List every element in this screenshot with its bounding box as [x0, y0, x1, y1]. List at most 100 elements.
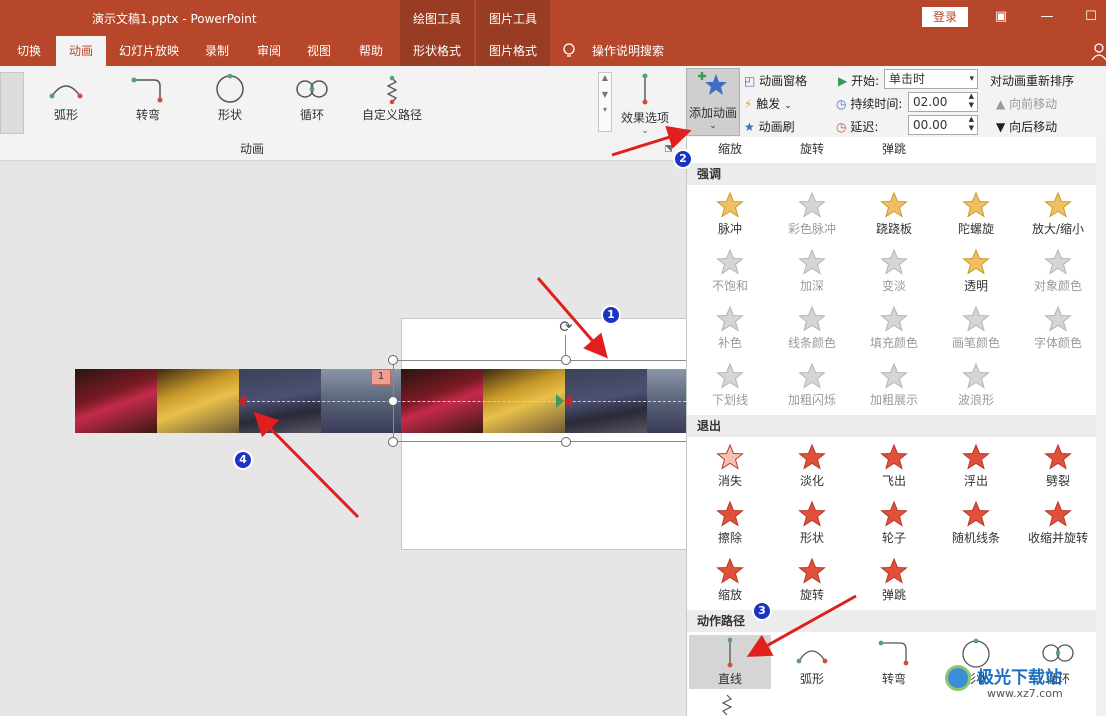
tell-me-search[interactable]: 操作说明搜索	[588, 36, 668, 66]
login-button[interactable]: 登录	[922, 7, 968, 27]
path-end-marker-icon[interactable]	[238, 394, 246, 408]
move-later-button[interactable]: ▼ 向后移动	[996, 118, 1057, 135]
tab-animations[interactable]: 动画	[56, 36, 106, 66]
duration-stepper[interactable]: 02.00 ▲ ▼	[908, 92, 978, 112]
motion-path-option[interactable]: 转弯	[853, 635, 935, 689]
watermark: 极光下载站 www.xz7.com	[945, 663, 1103, 716]
effect-label: 随机线条	[951, 531, 1000, 545]
exit-effect[interactable]: 弹跳	[853, 555, 935, 609]
emphasis-effect[interactable]: 加深	[771, 246, 853, 300]
exit-effect[interactable]: 轮子	[853, 498, 935, 552]
tab-transitions[interactable]: 切换	[8, 36, 50, 66]
exit-effect[interactable]: 形状	[771, 498, 853, 552]
emphasis-effect[interactable]: 不饱和	[689, 246, 771, 300]
exit-effect[interactable]: 劈裂	[1017, 441, 1099, 495]
emphasis-effect[interactable]: 脉冲	[689, 189, 771, 243]
resize-handle[interactable]	[561, 355, 571, 365]
emphasis-effect[interactable]: 填充颜色	[853, 303, 935, 357]
exit-star-icon	[853, 500, 935, 528]
emphasis-effect[interactable]: 波浪形	[935, 360, 1017, 414]
effect-label: 线条颜色	[787, 336, 836, 350]
exit-effect[interactable]: 擦除	[689, 498, 771, 552]
emphasis-effect[interactable]: 字体颜色	[1017, 303, 1099, 357]
emphasis-effect[interactable]: 加粗展示	[853, 360, 935, 414]
tab-slideshow[interactable]: 幻灯片放映	[112, 36, 186, 66]
gallery-item-custom-path[interactable]: 自定义路径	[354, 74, 430, 130]
animation-pane-button[interactable]: ◰ 动画窗格	[744, 72, 807, 89]
trigger-button[interactable]: ⚡ 触发 ⌄	[744, 95, 792, 112]
emphasis-effect[interactable]: 变淡	[853, 246, 935, 300]
emphasis-effect[interactable]: 加粗闪烁	[771, 360, 853, 414]
emphasis-effect[interactable]: 对象颜色	[1017, 246, 1099, 300]
exit-effect[interactable]: 淡化	[771, 441, 853, 495]
gallery-item-shape[interactable]: 形状	[190, 74, 270, 130]
chevron-down-icon: ⌄	[641, 126, 649, 136]
exit-effect[interactable]: 消失	[689, 441, 771, 495]
gallery-scrollbar[interactable]: ▲ ▼ ▾	[598, 72, 612, 132]
effect-label: 缩放	[717, 142, 742, 156]
exit-effect[interactable]: 飞出	[853, 441, 935, 495]
effect-label: 直线	[717, 672, 742, 686]
animation-painter-button[interactable]: ★ 动画刷	[744, 118, 795, 135]
emphasis-effect[interactable]: 放大/缩小	[1017, 189, 1099, 243]
animation-order-tag[interactable]: 1	[371, 369, 391, 385]
dialog-launcher-icon[interactable]: ⬔	[664, 144, 673, 154]
tab-view[interactable]: 视图	[298, 36, 340, 66]
stepper-arrows-icon[interactable]: ▲ ▼	[969, 115, 974, 133]
add-animation-button[interactable]: 添加动画 ⌄	[686, 68, 740, 136]
image-red-flower[interactable]	[75, 369, 157, 433]
effect-entry-bounce[interactable]: 弹跳	[853, 139, 935, 159]
annotation-badge-1: 1	[601, 305, 621, 325]
resize-handle[interactable]	[561, 437, 571, 447]
motion-path-option[interactable]: 直线	[689, 635, 771, 689]
account-icon[interactable]	[1090, 36, 1106, 66]
effect-entry-zoom[interactable]: 缩放	[689, 139, 771, 159]
minimize-icon[interactable]: —	[1036, 6, 1058, 28]
scroll-up-icon[interactable]: ▲	[599, 73, 611, 82]
panel-scrollbar[interactable]	[1096, 137, 1106, 716]
exit-effect[interactable]: 随机线条	[935, 498, 1017, 552]
effect-label: 浮出	[963, 474, 988, 488]
effect-options-button[interactable]: 效果选项 ⌄	[616, 72, 674, 136]
start-select[interactable]: 单击时 ▾	[884, 69, 978, 89]
tab-review[interactable]: 审阅	[248, 36, 290, 66]
gallery-more-icon[interactable]: ▾	[599, 105, 611, 114]
emphasis-effect[interactable]: 透明	[935, 246, 1017, 300]
emphasis-effect[interactable]: 彩色脉冲	[771, 189, 853, 243]
maximize-icon[interactable]: ☐	[1080, 6, 1102, 28]
gallery-selected-item[interactable]	[0, 72, 24, 134]
resize-handle[interactable]	[388, 437, 398, 447]
selection-box[interactable]	[393, 360, 693, 442]
exit-effect[interactable]: 收缩并旋转	[1017, 498, 1099, 552]
ribbon-display-icon[interactable]: ▣	[990, 6, 1012, 28]
emphasis-effect[interactable]: 补色	[689, 303, 771, 357]
tab-record[interactable]: 录制	[196, 36, 238, 66]
add-animation-dropdown: 缩放 旋转 弹跳 强调 脉冲 彩色脉冲 跷跷板 陀螺旋 放大/缩小 不饱和 加深 变淡 透明 对象…	[686, 137, 1106, 716]
rotate-handle-icon[interactable]: ⟳	[556, 317, 576, 337]
stepper-arrows-icon[interactable]: ▲ ▼	[969, 92, 974, 110]
emphasis-effect[interactable]: 跷跷板	[853, 189, 935, 243]
emphasis-effect[interactable]: 线条颜色	[771, 303, 853, 357]
exit-effect[interactable]: 旋转	[771, 555, 853, 609]
custom-path-icon[interactable]	[717, 693, 737, 716]
effect-entry-rotate[interactable]: 旋转	[771, 139, 853, 159]
emphasis-effect[interactable]: 下划线	[689, 360, 771, 414]
effect-label: 消失	[717, 474, 742, 488]
move-earlier-button[interactable]: ▲ 向前移动	[996, 95, 1057, 112]
delay-stepper[interactable]: 00.00 ▲ ▼	[908, 115, 978, 135]
resize-handle[interactable]	[388, 396, 398, 406]
tab-shape-format[interactable]: 形状格式	[400, 36, 474, 66]
tab-help[interactable]: 帮助	[350, 36, 392, 66]
emphasis-effect[interactable]: 陀螺旋	[935, 189, 1017, 243]
gallery-item-loop[interactable]: 循环	[272, 74, 352, 130]
exit-effect[interactable]: 浮出	[935, 441, 1017, 495]
motion-path-option[interactable]: 弧形	[771, 635, 853, 689]
resize-handle[interactable]	[388, 355, 398, 365]
gallery-item-arc[interactable]: 弧形	[26, 74, 106, 130]
scroll-down-icon[interactable]: ▼	[599, 90, 611, 99]
emphasis-effect[interactable]: 画笔颜色	[935, 303, 1017, 357]
gallery-item-turn[interactable]: 转弯	[108, 74, 188, 130]
image-golden-tree[interactable]	[157, 369, 239, 433]
tab-picture-format[interactable]: 图片格式	[476, 36, 550, 66]
effect-label: 收缩并旋转	[1027, 531, 1088, 545]
